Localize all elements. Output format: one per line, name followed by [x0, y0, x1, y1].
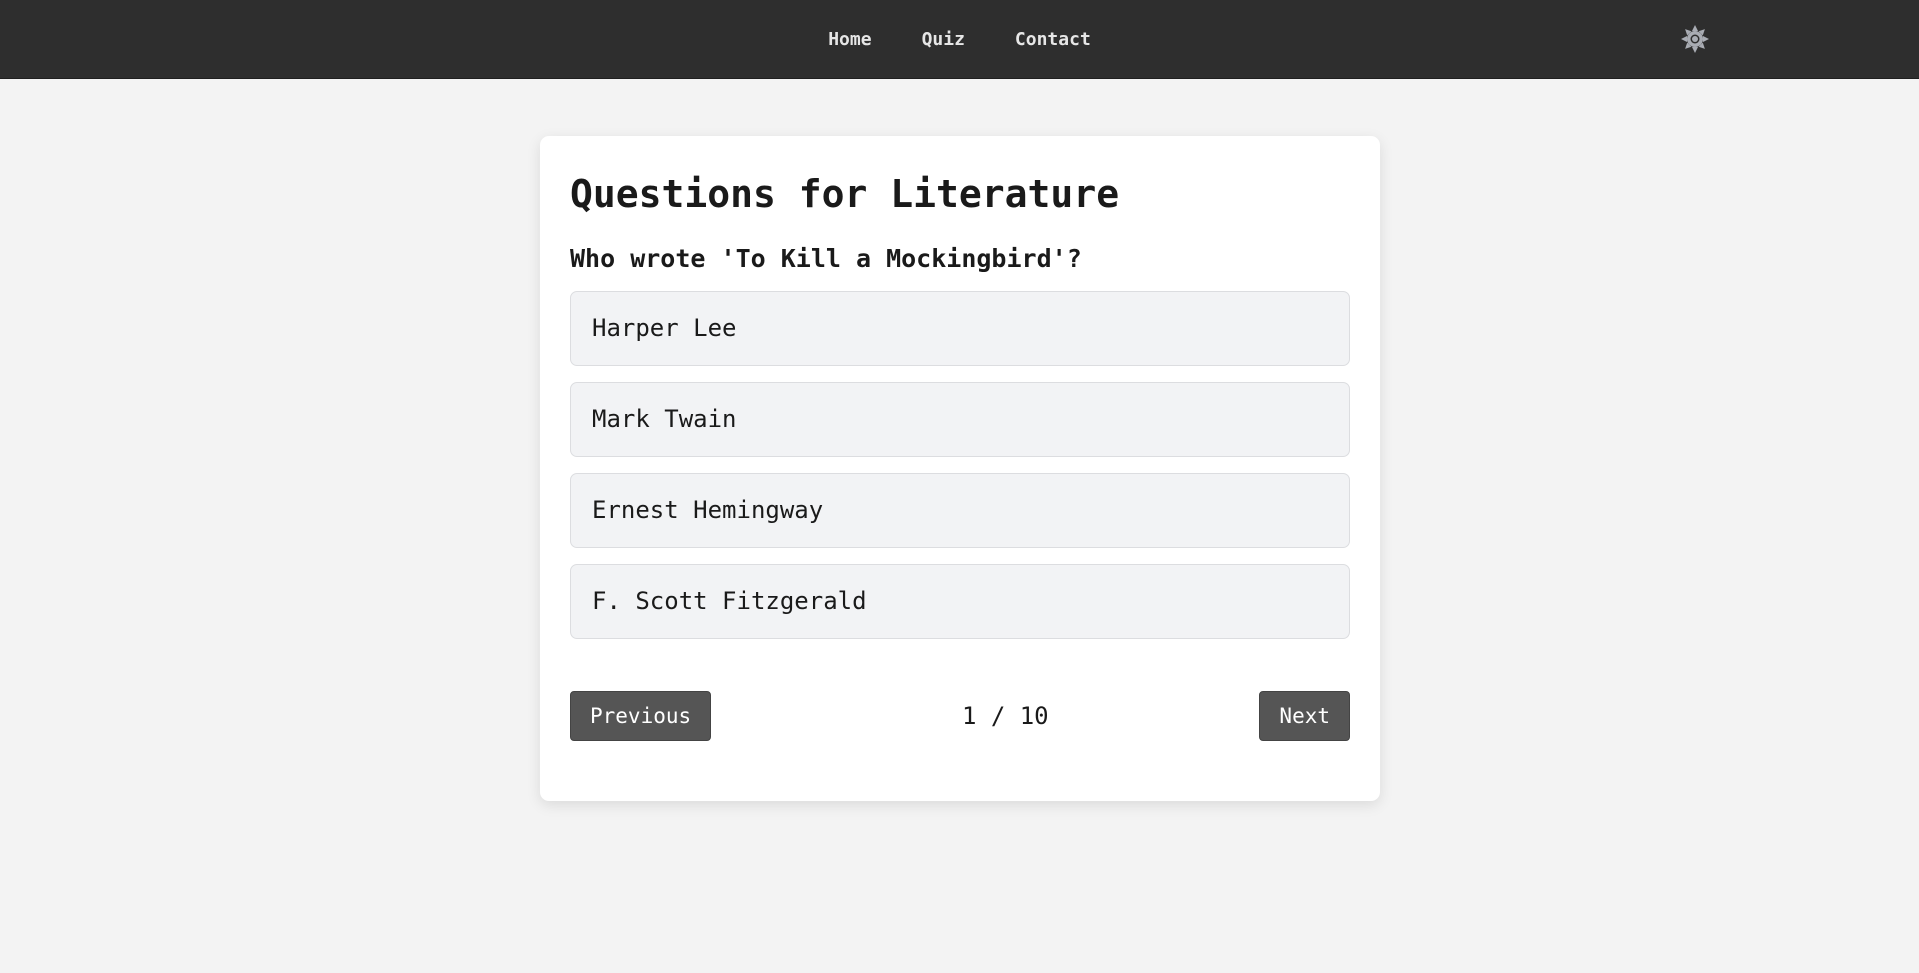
quiz-title: Questions for Literature — [570, 172, 1120, 216]
nav-link-contact[interactable]: Contact — [990, 21, 1116, 58]
nav-link-quiz[interactable]: Quiz — [897, 21, 990, 58]
answer-option-f-scott-fitzgerald[interactable]: F. Scott Fitzgerald — [570, 563, 1350, 639]
nav-link-home[interactable]: Home — [803, 21, 896, 58]
nav-links: Home Quiz Contact — [0, 0, 1919, 78]
quiz-card: Questions for Literature Who wrote 'To K… — [540, 136, 1380, 801]
theme-toggle-button[interactable] — [1679, 23, 1711, 55]
top-navbar: Home Quiz Contact — [0, 0, 1919, 79]
answer-option-harper-lee[interactable]: Harper Lee — [570, 290, 1350, 366]
question-progress: 1 / 10 — [961, 702, 1049, 730]
answer-options: Harper Lee Mark Twain Ernest Hemingway F… — [570, 290, 1350, 639]
question-text: Who wrote 'To Kill a Mockingbird'? — [570, 243, 1082, 273]
previous-button[interactable]: Previous — [570, 691, 712, 741]
answer-option-mark-twain[interactable]: Mark Twain — [570, 381, 1350, 457]
quiz-controls: Previous 1 / 10 Next — [570, 691, 1350, 741]
sun-icon — [1681, 25, 1709, 53]
answer-option-ernest-hemingway[interactable]: Ernest Hemingway — [570, 472, 1350, 548]
next-button[interactable]: Next — [1259, 691, 1350, 741]
